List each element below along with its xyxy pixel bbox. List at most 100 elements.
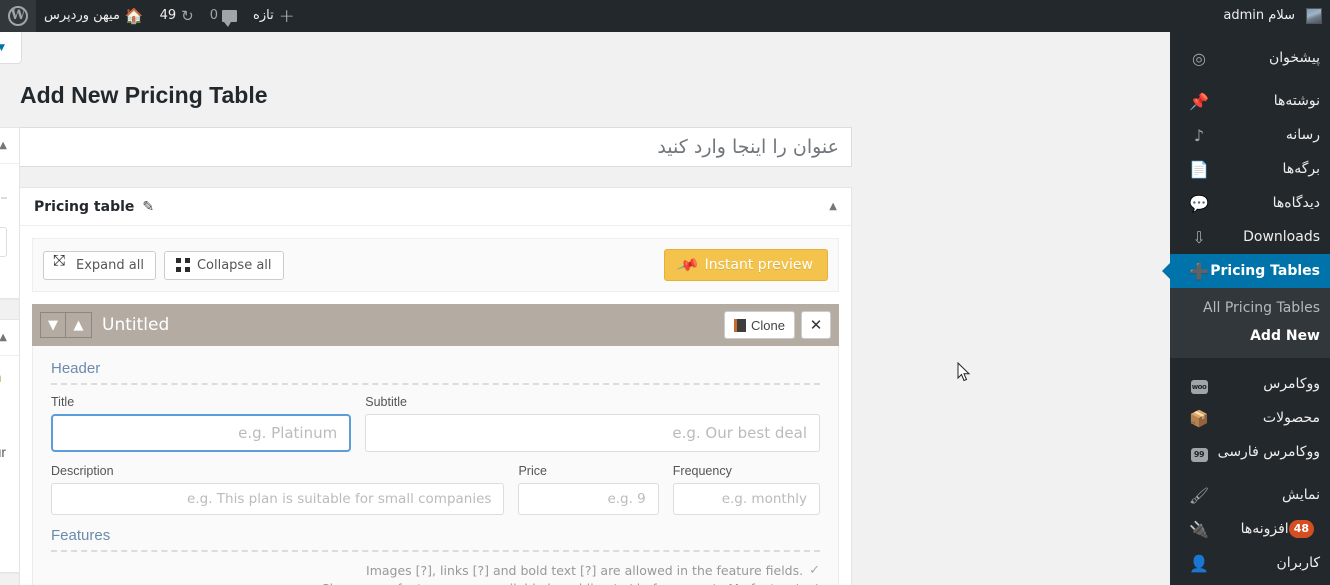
admin-bar: W 🏠 میهن وردپرس ↻ 49 0 + تازه سلام admin bbox=[0, 0, 1330, 32]
pricing-table-header: ✎ Pricing table ▲ bbox=[20, 188, 851, 226]
media-icon: ♪ bbox=[1193, 125, 1205, 145]
screen-options-tab[interactable]: تنظیمات صفحه ▼ bbox=[0, 32, 22, 64]
currency-label: Currency bbox=[0, 209, 7, 223]
frequency-field: Frequency e.g. monthly bbox=[672, 464, 820, 515]
settings-postbox-header: ⚙ Settings ▲ bbox=[0, 128, 19, 164]
sidebar-item-users[interactable]: 👤 کاربران bbox=[1170, 546, 1330, 580]
collapse-arrows-icon bbox=[175, 258, 190, 272]
pricing-table-title-label: Pricing table bbox=[34, 198, 135, 215]
sidebar-item-label: ووکامرس فارسی bbox=[1217, 444, 1320, 460]
clone-button[interactable]: Clone bbox=[724, 311, 795, 339]
adminbar-updates[interactable]: ↻ 49 bbox=[152, 0, 202, 32]
sidebar-item-label: رسانه bbox=[1285, 127, 1320, 143]
instant-preview-button[interactable]: Instant preview 📌 bbox=[663, 249, 828, 281]
submenu-item-add-new[interactable]: Add New bbox=[1170, 322, 1330, 350]
sidebar-item-pages[interactable]: 📄 برگه‌ها bbox=[1170, 152, 1330, 186]
header-group-divider bbox=[51, 383, 820, 385]
menu-spacer-top bbox=[1170, 32, 1330, 41]
mouse-cursor bbox=[957, 362, 971, 382]
sidebar-item-label: محصولات bbox=[1262, 410, 1320, 426]
shortcode-support-links: Submit a ticket View documentation bbox=[0, 522, 7, 557]
adminbar-site-name-label: میهن وردپرس bbox=[44, 8, 120, 23]
sidebar-item-woocommerce-farsi[interactable]: 99 ووکامرس فارسی bbox=[1170, 435, 1330, 469]
price-field-label: Price bbox=[518, 464, 547, 478]
sidebar-item-media[interactable]: ♪ رسانه bbox=[1170, 118, 1330, 152]
features-group-divider bbox=[51, 550, 820, 552]
sidebar-item-downloads[interactable]: ⇩ Downloads bbox=[1170, 220, 1330, 254]
chevron-up-icon[interactable]: ▲ bbox=[66, 312, 92, 338]
shortcode-support-heading: Get support bbox=[0, 497, 7, 514]
adminbar-howdy: سلام admin bbox=[1223, 8, 1295, 23]
subtitle-input-placeholder: e.g. Our best deal bbox=[672, 424, 807, 442]
shortcode-postbox: ❮❯ Shortcode ▲ Publish your pricing tabl… bbox=[0, 319, 20, 574]
sidebar-item-woocommerce[interactable]: woo ووکامرس bbox=[1170, 367, 1330, 401]
submenu-pricing-tables: All Pricing Tables Add New bbox=[1170, 288, 1330, 358]
sidebar-item-comments[interactable]: 💬 دیدگاه‌ها bbox=[1170, 186, 1330, 220]
sidebar-item-posts[interactable]: 📌 نوشته‌ها bbox=[1170, 84, 1330, 118]
adminbar-site-name[interactable]: 🏠 میهن وردپرس bbox=[36, 0, 152, 32]
sidebar-item-label: پیشخوان bbox=[1268, 50, 1320, 66]
pricing-item-name[interactable]: Untitled bbox=[102, 315, 169, 335]
sidebar-item-label: دیدگاه‌ها bbox=[1272, 195, 1320, 211]
plus-icon: ➕ bbox=[1189, 261, 1209, 281]
adminbar-my-account[interactable]: سلام admin bbox=[1215, 0, 1330, 32]
menu-spacer-3 bbox=[1170, 469, 1330, 478]
expand-all-label: Expand all bbox=[76, 257, 144, 273]
toolbar-button-group: Expand all Collapse all bbox=[43, 250, 284, 280]
title-input-field[interactable]: e.g. Platinum bbox=[51, 414, 352, 452]
sidebar-item-plugins[interactable]: 🔌 افزونه‌ها 48 bbox=[1170, 512, 1330, 546]
sidebar-item-appearance[interactable]: 🖌 نمایش bbox=[1170, 478, 1330, 512]
shortcode-toggle-icon[interactable]: ▲ bbox=[0, 332, 7, 343]
sidebar-item-products[interactable]: 📦 محصولات bbox=[1170, 401, 1330, 435]
submenu-item-all-pricing-tables[interactable]: All Pricing Tables bbox=[1170, 294, 1330, 322]
frequency-input-field[interactable]: e.g. monthly bbox=[672, 483, 820, 515]
sidebar-item-dashboard[interactable]: ◎ پیشخوان bbox=[1170, 41, 1330, 75]
settings-divider bbox=[0, 197, 7, 199]
chevron-down-icon[interactable]: ▼ bbox=[40, 312, 66, 338]
subtitle-input-field[interactable]: e.g. Our best deal bbox=[365, 414, 820, 452]
page-title: Add New Pricing Table bbox=[20, 82, 268, 108]
adminbar-spacer bbox=[303, 0, 1216, 32]
collapse-all-button[interactable]: Collapse all bbox=[163, 250, 284, 280]
view-documentation-link[interactable]: View documentation bbox=[0, 541, 7, 557]
description-field-label: Description bbox=[51, 464, 114, 478]
description-input-field[interactable]: e.g. This plan is suitable for small com… bbox=[51, 483, 505, 515]
adminbar-wp-logo[interactable]: W bbox=[0, 0, 36, 32]
screen-meta-links: تنظیمات صفحه ▼ bbox=[0, 32, 1170, 72]
price-field: Price e.g. 9 bbox=[518, 464, 659, 515]
currency-field: Currency ▤ e.g. $ bbox=[0, 209, 7, 257]
description-field: Description e.g. This plan is suitable f… bbox=[51, 464, 505, 515]
sidebar-item-label: نوشته‌ها bbox=[1273, 93, 1320, 109]
sidebar-item-pricing-tables[interactable]: ➕ Pricing Tables bbox=[1170, 254, 1330, 288]
pricing-table-toggle-icon[interactable]: ▲ bbox=[829, 201, 837, 212]
check-icon: ✓ bbox=[809, 580, 820, 585]
collapse-all-label: Collapse all bbox=[196, 257, 272, 273]
settings-toggle-icon[interactable]: ▲ bbox=[0, 140, 7, 151]
shortcode-postbox-header: ❮❯ Shortcode ▲ bbox=[0, 320, 19, 356]
header-fields-row-2: Description e.g. This plan is suitable f… bbox=[51, 464, 820, 515]
clone-label: Clone bbox=[751, 317, 785, 333]
check-icon: ✓ bbox=[809, 563, 820, 578]
submit-a-ticket-link[interactable]: Submit a ticket bbox=[0, 522, 7, 538]
plugins-update-badge: 48 bbox=[1288, 520, 1314, 538]
appearance-brush-icon: 🖌 bbox=[1188, 485, 1210, 505]
pin-icon: 📌 bbox=[676, 252, 701, 278]
chevron-down-icon: ▼ bbox=[0, 42, 5, 53]
title-field-label: Title bbox=[51, 395, 75, 409]
post-title-input[interactable] bbox=[19, 127, 852, 167]
menu-spacer-2 bbox=[1170, 358, 1330, 367]
shortcode-publish-notice: Publish your pricing table before you ca… bbox=[0, 368, 7, 409]
header-fields-row-1: Title e.g. Platinum Subtitle e.g. Our be… bbox=[51, 395, 820, 452]
products-box-icon: 📦 bbox=[1189, 408, 1209, 428]
adminbar-comments-count: 0 bbox=[209, 8, 219, 23]
expand-all-button[interactable]: Expand all bbox=[43, 250, 156, 280]
pencil-icon: ✎ bbox=[142, 198, 155, 215]
adminbar-new-content[interactable]: + تازه bbox=[245, 0, 303, 32]
order-buttons: ▲ ▼ bbox=[40, 312, 92, 338]
close-x-icon[interactable]: ✕ bbox=[801, 311, 831, 339]
currency-input[interactable]: ▤ e.g. $ bbox=[0, 227, 7, 257]
pages-icon: 📄 bbox=[1189, 159, 1209, 179]
price-input-field[interactable]: e.g. 9 bbox=[518, 483, 659, 515]
adminbar-updates-count: 49 bbox=[159, 8, 177, 23]
adminbar-comments[interactable]: 0 bbox=[202, 0, 245, 32]
